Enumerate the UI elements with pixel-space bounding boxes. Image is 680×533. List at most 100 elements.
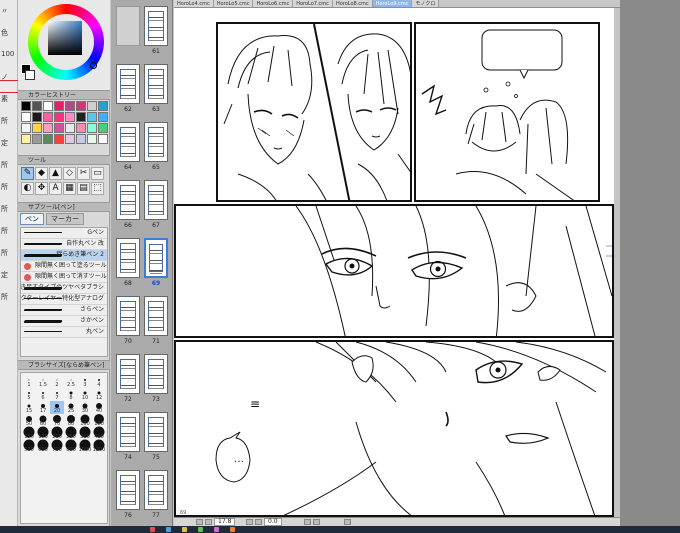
brush-size-option[interactable]: 70 bbox=[50, 414, 64, 427]
brush-size-option[interactable]: 800 bbox=[64, 439, 78, 453]
color-swatch[interactable] bbox=[43, 112, 53, 122]
brush-size-option[interactable]: 2.5 bbox=[64, 375, 78, 388]
eraser-tool-icon[interactable]: ◇ bbox=[63, 167, 76, 180]
brush-size-option[interactable]: 60 bbox=[36, 414, 50, 427]
reset-view-button[interactable] bbox=[344, 519, 351, 525]
brush-size-option[interactable]: 4 bbox=[92, 375, 106, 388]
hue-marker[interactable] bbox=[90, 62, 97, 69]
page-thumbnail[interactable] bbox=[144, 296, 168, 336]
page-thumbnail[interactable] bbox=[144, 470, 168, 510]
shape-tool-icon[interactable]: ▭ bbox=[91, 167, 104, 180]
color-swatch[interactable] bbox=[87, 123, 97, 133]
page-thumbnail[interactable] bbox=[144, 180, 168, 220]
brush-size-option[interactable]: 300 bbox=[78, 426, 92, 440]
page-thumbnail[interactable] bbox=[144, 238, 168, 278]
sub-color-chip[interactable] bbox=[25, 70, 35, 80]
document-tab[interactable]: HoroLo8.cmc bbox=[332, 0, 373, 7]
brush-item[interactable]: さらペン bbox=[21, 305, 107, 316]
rotation-angle[interactable]: 0.0 bbox=[264, 518, 282, 526]
brush-size-option[interactable]: 1000 bbox=[78, 439, 92, 453]
brush-size-option[interactable]: 2 bbox=[50, 375, 64, 388]
color-swatch[interactable] bbox=[21, 134, 31, 144]
document-tab[interactable]: モノクロ bbox=[412, 0, 440, 7]
lasso-tool-icon[interactable]: ✂ bbox=[77, 167, 90, 180]
brush-size-option[interactable]: 500 bbox=[22, 439, 36, 453]
text-tool-icon[interactable]: A bbox=[49, 182, 62, 195]
document-tab[interactable]: HoroLo4.cmc bbox=[174, 0, 214, 7]
flip-horizontal-button[interactable] bbox=[304, 519, 311, 525]
color-swatch[interactable] bbox=[21, 101, 31, 111]
brush-item[interactable]: 丸ペン bbox=[21, 327, 107, 338]
brush-size-option[interactable]: 1200 bbox=[92, 439, 106, 453]
taskbar-app-icon[interactable] bbox=[166, 527, 171, 532]
page-thumbnail[interactable] bbox=[144, 122, 168, 162]
brush-size-option[interactable]: 700 bbox=[50, 439, 64, 453]
brush-size-option[interactable]: 30 bbox=[78, 401, 92, 414]
brush-size-option[interactable]: 6 bbox=[36, 388, 50, 401]
brush-size-option[interactable]: 120 bbox=[92, 414, 106, 427]
taskbar-app-icon[interactable] bbox=[214, 527, 219, 532]
brush-size-option[interactable]: 100 bbox=[78, 414, 92, 427]
brush-size-option[interactable]: 50 bbox=[22, 414, 36, 427]
brush-size-option[interactable]: 80 bbox=[64, 414, 78, 427]
document-tab[interactable]: HoroLo9.cmc bbox=[372, 0, 413, 7]
brush-size-option[interactable]: 7 bbox=[50, 388, 64, 401]
color-swatch[interactable] bbox=[43, 123, 53, 133]
brush-tool-icon[interactable]: ◆ bbox=[35, 167, 48, 180]
brush-size-option[interactable]: 5 bbox=[22, 388, 36, 401]
manga-page[interactable]: … ≡ 69 bbox=[174, 8, 614, 517]
color-swatch[interactable] bbox=[87, 134, 97, 144]
brush-size-option[interactable]: 25 bbox=[64, 401, 78, 414]
color-swatch[interactable] bbox=[54, 123, 64, 133]
page-thumbnail[interactable] bbox=[116, 412, 140, 452]
document-tab[interactable]: HoroLo5.cmc bbox=[213, 0, 254, 7]
brush-size-option[interactable]: 600 bbox=[36, 439, 50, 453]
taskbar-app-icon[interactable] bbox=[150, 527, 155, 532]
brush-item[interactable]: 隙間無く囲って消すツール bbox=[21, 272, 107, 283]
brush-size-option[interactable]: 400 bbox=[92, 426, 106, 440]
page-thumbnail[interactable] bbox=[116, 296, 140, 336]
color-swatch[interactable] bbox=[21, 112, 31, 122]
brush-size-option[interactable]: 200 bbox=[50, 426, 64, 440]
move-tool-icon[interactable]: ✥ bbox=[35, 182, 48, 195]
brush-item[interactable]: 描き足すタイプのツヤベタブラシ bbox=[21, 283, 107, 294]
pen-tool-icon[interactable]: ✎ bbox=[21, 167, 34, 180]
color-wheel[interactable] bbox=[28, 4, 104, 80]
brush-size-option[interactable]: 150 bbox=[22, 426, 36, 440]
brush-size-option[interactable]: 250 bbox=[64, 426, 78, 440]
brush-size-option[interactable]: 1 bbox=[22, 375, 36, 388]
color-swatch[interactable] bbox=[76, 123, 86, 133]
brush-item[interactable]: 隙間無く囲って塗るツール bbox=[21, 261, 107, 272]
page-thumbnail[interactable] bbox=[116, 6, 140, 46]
page-thumbnail[interactable] bbox=[116, 180, 140, 220]
taskbar-app-icon[interactable] bbox=[198, 527, 203, 532]
select-tool-icon[interactable]: ⬚ bbox=[91, 182, 104, 195]
brush-item[interactable]: ベクターレイヤー特化型アナログ bbox=[21, 294, 107, 305]
color-swatch[interactable] bbox=[65, 101, 75, 111]
color-swatch[interactable] bbox=[76, 101, 86, 111]
color-swatch[interactable] bbox=[43, 101, 53, 111]
eyedropper-tool-icon[interactable]: ◐ bbox=[21, 182, 34, 195]
canvas-area[interactable]: … ≡ 69 bbox=[174, 8, 620, 517]
document-tab[interactable]: HoroLo7.cmc bbox=[293, 0, 333, 7]
brush-size-option[interactable]: 10 bbox=[78, 388, 92, 401]
flip-vertical-button[interactable] bbox=[313, 519, 320, 525]
brush-size-option[interactable]: 8 bbox=[64, 388, 78, 401]
page-thumbnail[interactable] bbox=[144, 6, 168, 46]
color-swatch[interactable] bbox=[98, 134, 108, 144]
page-thumbnail[interactable] bbox=[144, 354, 168, 394]
brush-size-option[interactable]: 20 bbox=[50, 401, 64, 414]
brush-size-option[interactable]: 12 bbox=[92, 388, 106, 401]
brush-item[interactable]: さかペン bbox=[21, 316, 107, 327]
brush-size-option[interactable]: 40 bbox=[92, 401, 106, 414]
page-thumbnail[interactable] bbox=[116, 122, 140, 162]
page-thumbnail[interactable] bbox=[116, 470, 140, 510]
zoom-in-button[interactable] bbox=[205, 519, 212, 525]
color-swatch[interactable] bbox=[32, 112, 42, 122]
color-swatch[interactable] bbox=[98, 112, 108, 122]
color-swatch[interactable] bbox=[98, 123, 108, 133]
brush-size-option[interactable]: 3 bbox=[78, 375, 92, 388]
brush-item[interactable]: 自作丸ペン 改 bbox=[21, 239, 107, 250]
brush-size-option[interactable]: 1.5 bbox=[36, 375, 50, 388]
zoom-out-button[interactable] bbox=[196, 519, 203, 525]
